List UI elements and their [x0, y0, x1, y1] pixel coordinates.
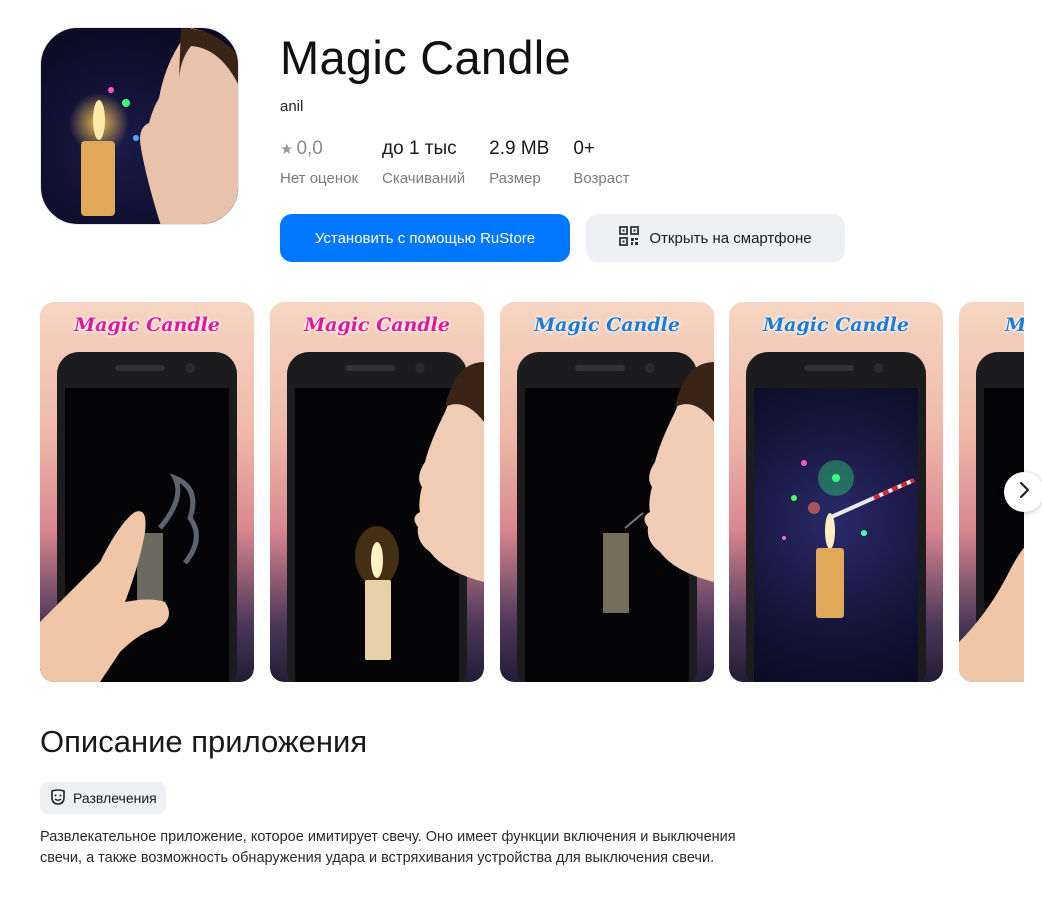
- category-label: Развлечения: [73, 790, 157, 806]
- app-stats: ★ 0,0 Нет оценок до 1 тыс Скачиваний 2.9…: [280, 136, 653, 187]
- chevron-right-icon: [1017, 481, 1031, 504]
- mask-icon: [49, 788, 67, 809]
- developer-link[interactable]: anil: [280, 98, 303, 115]
- star-icon: ★: [280, 141, 294, 158]
- stat-rating: ★ 0,0 Нет оценок: [280, 136, 358, 187]
- downloads-value: до 1 тыс: [382, 138, 457, 159]
- open-on-phone-label: Открыть на смартфоне: [649, 229, 812, 247]
- age-value: 0+: [573, 138, 596, 159]
- install-button[interactable]: Установить с помощью RuStore: [280, 214, 570, 262]
- open-on-phone-button[interactable]: Открыть на смартфоне: [586, 214, 845, 262]
- downloads-label: Скачиваний: [382, 170, 466, 187]
- rating-label: Нет оценок: [280, 170, 359, 187]
- category-chip[interactable]: Развлечения: [40, 782, 166, 814]
- description-heading: Описание приложения: [40, 724, 368, 759]
- screenshot-3[interactable]: Magic Candle: [500, 302, 714, 682]
- description-text: Развлекательное приложение, которое имит…: [40, 829, 736, 866]
- app-icon: [40, 27, 239, 225]
- screenshot-2[interactable]: Magic Candle: [270, 302, 484, 682]
- screenshot-carousel[interactable]: Magic Candle Magic Candle Magic Candle M…: [40, 302, 1024, 682]
- stat-downloads: до 1 тыс Скачиваний: [382, 136, 465, 187]
- qr-code-icon: [619, 226, 640, 250]
- carousel-next-button[interactable]: [1004, 472, 1042, 512]
- stat-age: 0+ Возраст: [573, 136, 629, 187]
- rating-value: 0,0: [296, 138, 323, 159]
- app-title: Magic Candle: [280, 31, 571, 84]
- age-label: Возраст: [573, 170, 630, 187]
- screenshot-title: M: [1005, 314, 1024, 336]
- screenshot-title: Magic Candle: [74, 314, 220, 336]
- screenshot-title: Magic Candle: [763, 314, 909, 336]
- size-value: 2.9 MB: [489, 138, 550, 159]
- screenshot-1[interactable]: Magic Candle: [40, 302, 254, 682]
- screenshot-4[interactable]: Magic Candle: [729, 302, 943, 682]
- stat-size: 2.9 MB Размер: [489, 136, 549, 187]
- size-label: Размер: [489, 170, 541, 187]
